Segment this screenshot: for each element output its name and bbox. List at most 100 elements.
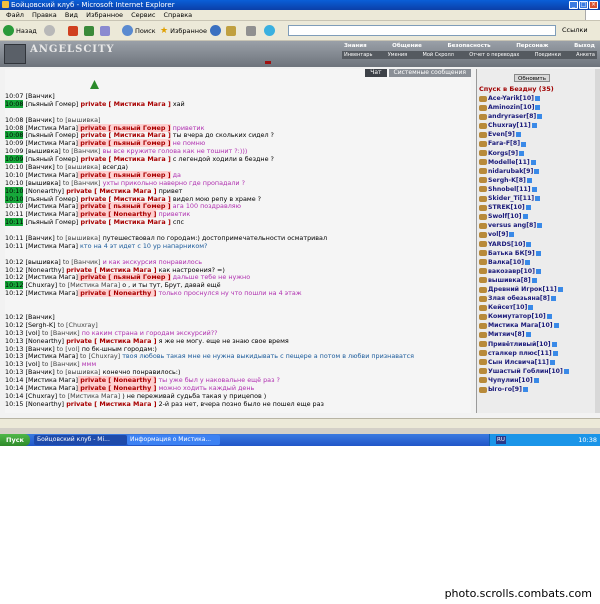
chat-nickname[interactable]: [вышивка] [23,179,60,187]
chat-nickname[interactable]: [Ванчик] [23,163,54,171]
private-message-icon[interactable] [479,295,487,302]
user-list-item[interactable]: Древний Игрок[11] [479,285,591,294]
chat-timestamp[interactable]: 10:15 [5,400,23,408]
user-info-icon[interactable] [531,123,537,129]
chat-nickname[interactable]: [Мистика Мага] [23,210,78,218]
user-name[interactable]: Батька БК[9] [488,249,535,258]
user-name[interactable]: Sergh-K[8] [488,176,526,185]
user-name[interactable]: Злая обезьяна[8] [488,294,550,303]
user-list-item[interactable]: Swolf[10] [479,212,591,221]
chat-private-tag[interactable]: private [ Мистика Мага ] [78,155,170,163]
user-info-icon[interactable] [550,296,556,302]
close-button[interactable]: × [589,1,598,9]
chat-timestamp[interactable]: 10:09 [5,147,23,155]
minimize-button[interactable]: _ [569,1,578,9]
user-info-icon[interactable] [535,105,541,111]
chat-timestamp[interactable]: 10:08 [5,124,23,132]
chat-nickname[interactable]: [vol] [23,360,39,368]
chat-nickname[interactable]: [Ванчик] [23,368,54,376]
user-name[interactable]: Привётливый[10] [488,340,551,349]
private-message-icon[interactable] [479,350,487,357]
chat-timestamp[interactable]: 10:13 [5,329,23,337]
private-message-icon[interactable] [479,150,487,157]
user-name[interactable]: Валка[10] [488,258,524,267]
user-info-icon[interactable] [535,196,541,202]
chat-timestamp[interactable]: 10:12 [5,258,23,266]
chat-private-tag[interactable]: private [ Мистика Мага ] [64,337,156,345]
nav-transfers[interactable]: Отчет о переводах [467,51,521,59]
refresh-button[interactable] [84,24,94,37]
chat-nickname[interactable]: [Мистика Мага] [23,202,78,211]
chat-timestamp[interactable]: 10:10 [5,202,23,211]
user-info-icon[interactable] [533,377,539,383]
chat-timestamp[interactable]: 10:10 [5,163,23,171]
private-message-icon[interactable] [479,304,487,311]
chat-nickname[interactable]: [Ванчик] [23,116,54,124]
user-name[interactable]: STREK[10] [488,203,525,212]
private-message-icon[interactable] [479,177,487,184]
chat-timestamp[interactable]: 10:13 [5,360,23,368]
chat-private-tag[interactable]: private [ Мистика Мага ] [78,100,170,108]
chat-nickname[interactable]: [Ванчик] [23,234,54,242]
user-list-item[interactable]: Коммутатор[10] [479,312,591,321]
user-list-item[interactable]: Chuxray[11] [479,121,591,130]
chat-private-tag[interactable]: private [ Nonearthy ] [78,383,157,392]
private-message-icon[interactable] [479,141,487,148]
user-info-icon[interactable] [563,368,569,374]
chat-recipient[interactable]: to [Мистика Мага] [57,281,120,289]
menu-edit[interactable]: Правка [32,10,57,20]
user-info-icon[interactable] [525,205,531,211]
private-message-icon[interactable] [479,204,487,211]
back-button[interactable]: Назад [3,24,37,37]
user-list-item[interactable]: Even[9] [479,130,591,139]
user-info-icon[interactable] [522,214,528,220]
user-info-icon[interactable] [537,223,543,229]
user-name[interactable]: Fara-F[8] [488,139,520,148]
chat-nickname[interactable]: [пьяный Гомер] [23,131,78,140]
refresh-list-button[interactable]: Обновить [514,74,550,82]
private-message-icon[interactable] [479,122,487,129]
nav-battles[interactable]: Поединки [533,51,563,59]
chat-nickname[interactable]: [Nonearthy] [23,266,64,274]
private-message-icon[interactable] [479,104,487,111]
chat-nickname[interactable]: [Мистика Мага] [23,273,78,282]
private-message-icon[interactable] [479,241,487,248]
private-message-icon[interactable] [479,377,487,384]
messenger-button[interactable] [264,24,275,37]
user-name[interactable]: Древний Игрок[11] [488,285,557,294]
user-list-item[interactable]: Привётливый[10] [479,340,591,349]
user-info-icon[interactable] [530,159,536,165]
nav-security[interactable]: Безопасность [445,42,492,51]
user-list-item[interactable]: Мистика Мага[10] [479,321,591,330]
private-message-icon[interactable] [479,286,487,293]
user-info-icon[interactable] [522,387,528,393]
private-message-icon[interactable] [479,341,487,348]
user-list-item[interactable]: YARDS[10] [479,240,591,249]
chat-timestamp[interactable]: 10:12 [5,289,23,297]
chat-private-tag[interactable]: private [ Мистика Мага ] [64,266,156,274]
user-info-icon[interactable] [509,232,515,238]
chat-nickname[interactable]: [vol] [23,329,39,337]
user-list-item[interactable]: Валка[10] [479,258,591,267]
chat-private-tag[interactable]: private [ пьяный Гомер ] [78,273,171,282]
chat-nickname[interactable]: [Мистика Мага] [23,289,78,297]
chat-timestamp[interactable]: 10:11 [5,218,24,227]
chat-nickname[interactable]: [вышивка] [23,258,60,266]
user-name[interactable]: vol[9] [488,230,508,239]
chat-nickname[interactable]: [пьяный Гомер] [23,218,78,226]
chat-nickname[interactable]: [Chuxray] [23,281,57,289]
stop-button[interactable] [68,24,78,37]
chat-recipient[interactable]: to [Ванчик] [40,360,80,368]
chat-timestamp[interactable]: 10:08 [5,99,24,108]
chat-timestamp[interactable]: 10:13 [5,368,23,376]
private-message-icon[interactable] [479,213,487,220]
user-name[interactable]: Modelle[11] [488,158,530,167]
chat-timestamp[interactable]: 10:10 [5,186,24,195]
chat-timestamp[interactable]: 10:09 [5,139,23,147]
chat-timestamp[interactable]: 10:12 [5,281,24,290]
chat-nickname[interactable]: [Мистика Мага] [23,171,78,179]
user-info-icon[interactable] [557,287,563,293]
user-name[interactable]: Мистика Мага[10] [488,321,553,330]
user-info-icon[interactable] [535,268,541,274]
favorites-button[interactable]: ★ Избранное [160,24,207,37]
